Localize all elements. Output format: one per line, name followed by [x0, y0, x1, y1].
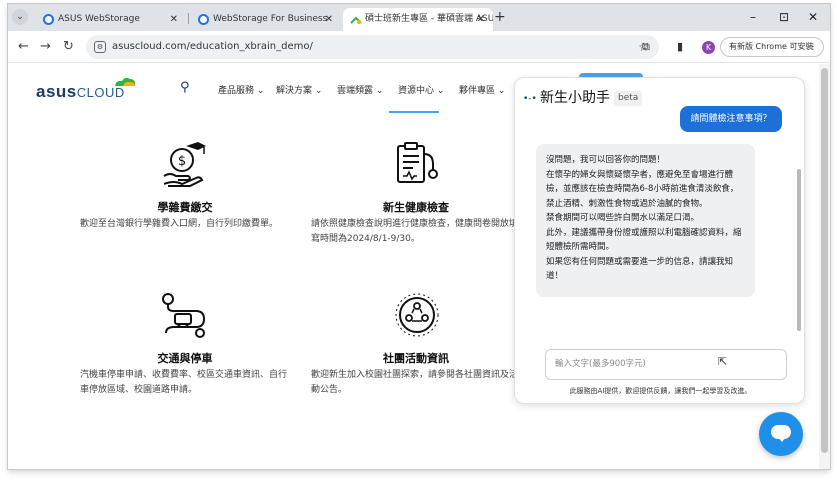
- tab-divider: [188, 13, 189, 24]
- asuscloud-logo[interactable]: asusCLOUD: [36, 82, 125, 102]
- feature-desc: 請依照健康檢查說明進行健康檢查，健康問卷開放填寫時間為2024/8/1-9/30…: [311, 219, 519, 244]
- back-arrow-icon[interactable]: ←: [18, 39, 29, 55]
- chrome-update-button[interactable]: 有新版 Chrome 可安裝 ⋮: [720, 37, 824, 57]
- nav-label: 產品服務: [218, 86, 255, 96]
- user-message-bubble: 請問體檢注意事項？: [680, 106, 782, 132]
- close-window-button[interactable]: ✕: [808, 9, 818, 25]
- bot-message-line: 沒問題，我可以回答你的問題！: [546, 155, 666, 165]
- more-menu-icon[interactable]: ⋮: [809, 38, 817, 56]
- tab-label: ASUS WebStorage: [58, 14, 140, 24]
- bot-message-bubble: 沒問題，我可以回答你的問題！ 在懷孕的婦女與懷疑懷孕者，應避免至會場進行體檢，並…: [536, 144, 755, 297]
- logo-text: asus: [36, 82, 77, 101]
- minimize-button[interactable]: –: [750, 9, 756, 25]
- site-info-icon[interactable]: ⚙: [94, 41, 106, 53]
- section-underline: [389, 111, 439, 113]
- bot-message-line: 在懷孕的婦女與懷疑懷孕者，應避免至會場進行體檢，並應該在檢查時間為6-8小時前進…: [546, 169, 739, 209]
- page-viewport: asusCLOUD ⚲ 產品服務 ⌄ 解決方案 ⌄ 雲端頻露 ⌄ 資源中心 ⌄ …: [8, 64, 830, 469]
- feature-desc: 歡迎新生加入校園社團探索，請參閱各社團資訊及活動公告。: [311, 370, 519, 395]
- nav-item-partners[interactable]: 夥伴專區 ⌄: [459, 83, 505, 96]
- tab-strip: ⌄ ASUS WebStorage ✕ WebStorage For Busin…: [8, 4, 830, 31]
- tuition-payment-icon: $: [163, 142, 206, 187]
- page-scrollbar[interactable]: [819, 64, 830, 469]
- reload-icon[interactable]: ↻: [63, 39, 74, 55]
- nav-item-products[interactable]: 產品服務 ⌄: [218, 83, 264, 96]
- feature-desc: 歡迎至台灣銀行學雜費入口網，自行列印繳費單。: [80, 219, 279, 229]
- logo-cloud-icon: [115, 77, 136, 86]
- nav-label: 雲端頻露: [337, 86, 374, 96]
- tab-asuscloud-education[interactable]: 碩士班新生專區 - 華碩雲端 ASU ✕: [343, 8, 493, 31]
- nav-label: 夥伴專區: [459, 86, 496, 96]
- nav-item-resources[interactable]: 資源中心 ⌄: [398, 83, 444, 96]
- asuscloud-favicon-icon: [350, 13, 362, 24]
- chat-toggle-button[interactable]: [759, 412, 803, 456]
- chat-input-field[interactable]: 輸入文字(最多900字元): [545, 349, 787, 380]
- update-label: 有新版 Chrome 可安裝: [729, 42, 814, 51]
- club-activity-icon: [395, 293, 439, 337]
- extensions-puzzle-icon[interactable]: ⧉: [642, 39, 650, 55]
- close-tab-icon[interactable]: ✕: [170, 8, 178, 31]
- ai-disclaimer: 此服務由AI提供，歡迎提供反饋，讓我們一起學習及改進。: [569, 387, 752, 395]
- bot-message-line: 禁食期間可以喝些許白開水以滿足口渴。: [546, 213, 700, 223]
- restore-button[interactable]: ⊡: [779, 9, 789, 25]
- mouse-cursor-icon: ⇱: [718, 355, 728, 368]
- new-tab-button[interactable]: +: [494, 9, 506, 25]
- page-scrollbar-thumb[interactable]: [821, 68, 828, 453]
- beta-badge: beta: [614, 91, 643, 106]
- bot-message-line: 如果您有任何問題或需要進一步的信息，請讓我知道！: [546, 256, 734, 282]
- nav-label: 資源中心: [398, 86, 435, 96]
- tab-asus-webstorage[interactable]: ASUS WebStorage ✕: [36, 8, 186, 31]
- nav-label: 解決方案: [276, 86, 313, 96]
- feature-title: 社團活動資訊: [383, 352, 449, 365]
- svg-text:$: $: [178, 154, 186, 169]
- feature-title: 交通與停車: [157, 352, 213, 365]
- address-bar[interactable]: ⚙ asuscloud.com/education_xbrain_demo/ ☆: [86, 35, 659, 59]
- side-panel-icon[interactable]: ▮: [677, 39, 683, 55]
- health-checkup-icon: [397, 142, 438, 183]
- chat-assistant-panel: •-• 新生小助手 beta 請問體檢注意事項？ 沒問題，我可以回答你的問題！ …: [514, 77, 805, 404]
- forward-arrow-icon[interactable]: →: [40, 39, 51, 55]
- tab-label: WebStorage For Business: [213, 14, 328, 24]
- close-tab-icon[interactable]: ✕: [325, 8, 333, 31]
- webstorage-favicon-icon: [43, 14, 54, 25]
- close-tab-icon[interactable]: ✕: [477, 8, 485, 31]
- chatbot-logo-icon: •-•: [523, 94, 537, 104]
- tab-search-chevron-icon[interactable]: ⌄: [12, 9, 28, 25]
- browser-toolbar: ← → ↻ ⚙ asuscloud.com/education_xbrain_d…: [8, 31, 830, 63]
- transport-parking-icon: [162, 293, 206, 338]
- nav-item-solutions[interactable]: 解決方案 ⌄: [276, 83, 322, 96]
- tab-webstorage-business[interactable]: WebStorage For Business ✕: [191, 8, 341, 31]
- chat-title: 新生小助手: [540, 90, 610, 106]
- profile-avatar[interactable]: K: [702, 41, 715, 54]
- feature-desc: 汽機車停車申請、收費費率、校區交通車資訊、自行車停放區域、校園道路申請。: [80, 370, 288, 395]
- url-text: asuscloud.com/education_xbrain_demo/: [112, 41, 313, 52]
- search-icon[interactable]: ⚲: [180, 80, 190, 95]
- webstorage-favicon-icon: [198, 14, 209, 25]
- feature-title: 新生健康檢查: [383, 201, 449, 214]
- nav-item-cloud[interactable]: 雲端頻露 ⌄: [337, 83, 383, 96]
- chat-bubble-tail: [778, 437, 786, 442]
- feature-title: 學雜費繳交: [157, 201, 213, 214]
- bot-message-line: 此外，建議攜帶身份證或護照以利電腦確認資料，縮短體檢所需時間。: [546, 227, 742, 253]
- tab-label: 碩士班新生專區 - 華碩雲端 ASU: [365, 14, 493, 24]
- browser-window: ⌄ ASUS WebStorage ✕ WebStorage For Busin…: [8, 4, 830, 469]
- chat-scrollbar[interactable]: [797, 169, 801, 331]
